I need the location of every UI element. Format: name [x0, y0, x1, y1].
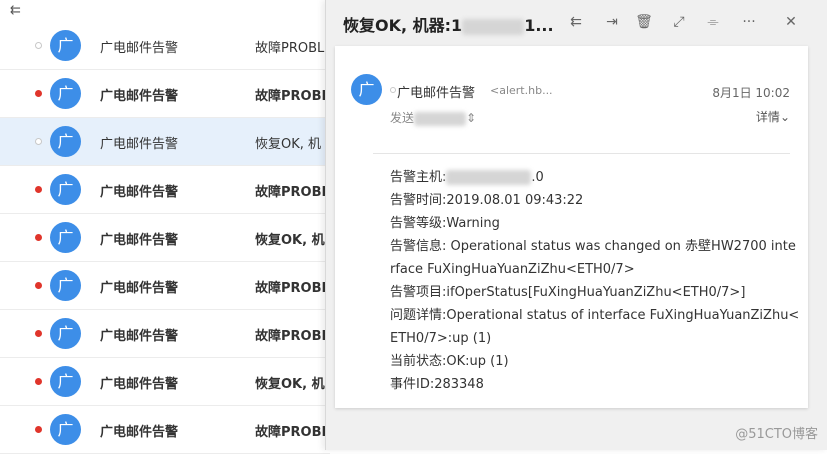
message-date: 8月1日 10:02 — [712, 86, 790, 100]
body-line: 事件ID:283348 — [390, 377, 484, 392]
row-subject: 恢复OK, 机 — [255, 233, 325, 248]
body-line: 问题详情:Operational status of interface FuX… — [390, 308, 800, 323]
message-row[interactable]: 广 广电邮件告警 故障PROBL — [0, 166, 330, 214]
row-sender: 广电邮件告警 — [100, 233, 179, 248]
row-sender: 广电邮件告警 — [100, 425, 179, 440]
details-link[interactable]: 详情⌄ — [756, 108, 790, 125]
message-row[interactable]: 广 广电邮件告警 恢复OK, 机 — [0, 214, 330, 262]
sender-avatar: 广 — [50, 126, 81, 157]
reply-all-icon[interactable]: ⇇ — [566, 12, 586, 32]
recipient-toggle-icon: ⇕ — [466, 111, 477, 125]
message-row[interactable]: 广 广电邮件告警 故障PROBL — [0, 310, 330, 358]
sender-avatar: 广 — [50, 366, 81, 397]
sender-avatar: 广 — [50, 222, 81, 253]
body-line-host: 告警主机: .0 — [390, 170, 544, 185]
sender-avatar: 广 — [50, 270, 81, 301]
row-subject: 故障PROBL — [255, 89, 330, 104]
message-row[interactable]: 广 广电邮件告警 故障PROBL — [0, 262, 330, 310]
row-sender: 广电邮件告警 — [100, 185, 179, 200]
message-row[interactable]: 广 广电邮件告警 故障PROBL — [0, 22, 330, 70]
reader-pane: 恢复OK, 机器:1 1... ⇇ ⇥ 🗑 ⤢ ⌯ ··· ✕ 广 广电邮件告警 <alert… — [325, 0, 827, 450]
message-body: 告警主机: .0 告警时间:2019.08.01 09:43:22 告警等级:War… — [390, 166, 800, 396]
strikethrough-icon[interactable]: ⌯ — [703, 12, 723, 32]
body-line: 告警信息: Operational status was changed on … — [390, 239, 796, 254]
body-line: 告警时间:2019.08.01 09:43:22 — [390, 193, 584, 208]
row-subject: 恢复OK, 机 — [255, 137, 322, 152]
from-address: <alert.hb... — [490, 84, 553, 97]
collapse-list-icon[interactable]: ⇇ — [10, 3, 21, 18]
unread-dot[interactable] — [35, 234, 42, 241]
message-list: 广广电邮件告警 故障PROBL 广广电邮件告警 故障PROBL 广广电邮件告警 恢复OK,… — [0, 22, 330, 454]
chevron-down-icon: ⌄ — [779, 110, 790, 124]
unread-dot[interactable] — [35, 330, 42, 337]
message-title: 恢复OK, 机器:1 1... — [343, 16, 554, 35]
row-sender: 广电邮件告警 — [100, 89, 179, 104]
read-dot[interactable] — [35, 42, 42, 49]
trash-icon[interactable]: 🗑 — [634, 12, 654, 32]
message-row[interactable]: 广 广电邮件告警 恢复OK, 机 — [0, 118, 330, 166]
reader-header: 恢复OK, 机器:1 1... ⇇ ⇥ 🗑 ⤢ ⌯ ··· ✕ — [326, 0, 827, 45]
row-subject: 故障PROBL — [255, 329, 330, 344]
sender-avatar: 广 — [50, 174, 81, 205]
read-dot[interactable] — [35, 138, 42, 145]
sender-avatar: 广 — [50, 78, 81, 109]
list-toolbar: ⇇ — [0, 0, 330, 22]
sender-avatar: 广 — [50, 318, 81, 349]
body-line: ETH0/7>:up (1) — [390, 331, 492, 346]
row-subject: 故障PROBL — [255, 425, 330, 440]
sender-avatar: 广 — [50, 414, 81, 445]
more-icon[interactable]: ··· — [739, 12, 759, 32]
row-sender: 广电邮件告警 — [100, 329, 179, 344]
unread-dot[interactable] — [35, 282, 42, 289]
row-subject: 故障PROBL — [255, 41, 325, 56]
body-line: 告警项目:ifOperStatus[FuXingHuaYuanZiZhu<ETH… — [390, 285, 746, 300]
forward-icon[interactable]: ⇥ — [602, 12, 622, 32]
row-subject: 故障PROBL — [255, 281, 330, 296]
message-row[interactable]: 广 广电邮件告警 故障PROBL — [0, 70, 330, 118]
row-sender: 广电邮件告警 — [100, 377, 179, 392]
close-icon[interactable]: ✕ — [781, 12, 801, 32]
recipient-row[interactable]: 发送 ⇕ — [390, 109, 476, 126]
header-divider — [373, 153, 790, 154]
message-row[interactable]: 广 广电邮件告警 恢复OK, 机 — [0, 358, 330, 406]
read-status-dot — [390, 87, 396, 93]
watermark: @51CTO博客 — [735, 427, 818, 442]
body-line: 当前状态:OK:up (1) — [390, 354, 509, 369]
sender-avatar: 广 — [351, 74, 382, 105]
body-line: 告警等级:Warning — [390, 216, 500, 231]
row-subject: 故障PROBL — [255, 185, 330, 200]
sender-avatar: 广 — [50, 30, 81, 61]
row-sender: 广电邮件告警 — [100, 281, 179, 296]
row-subject: 恢复OK, 机 — [255, 377, 325, 392]
unread-dot[interactable] — [35, 186, 42, 193]
expand-icon[interactable]: ⤢ — [669, 12, 689, 32]
unread-dot[interactable] — [35, 90, 42, 97]
row-sender: 广电邮件告警 — [100, 41, 179, 56]
unread-dot[interactable] — [35, 378, 42, 385]
unread-dot[interactable] — [35, 426, 42, 433]
message-row[interactable]: 广 广电邮件告警 故障PROBL — [0, 406, 330, 454]
row-sender: 广电邮件告警 — [100, 137, 179, 152]
body-line: rface FuXingHuaYuanZiZhu<ETH0/7> — [390, 262, 635, 277]
from-name[interactable]: 广电邮件告警 — [397, 82, 475, 101]
message-card: 广 广电邮件告警 <alert.hb... 8月1日 10:02 发送 ⇕ 详情⌄… — [335, 46, 808, 408]
